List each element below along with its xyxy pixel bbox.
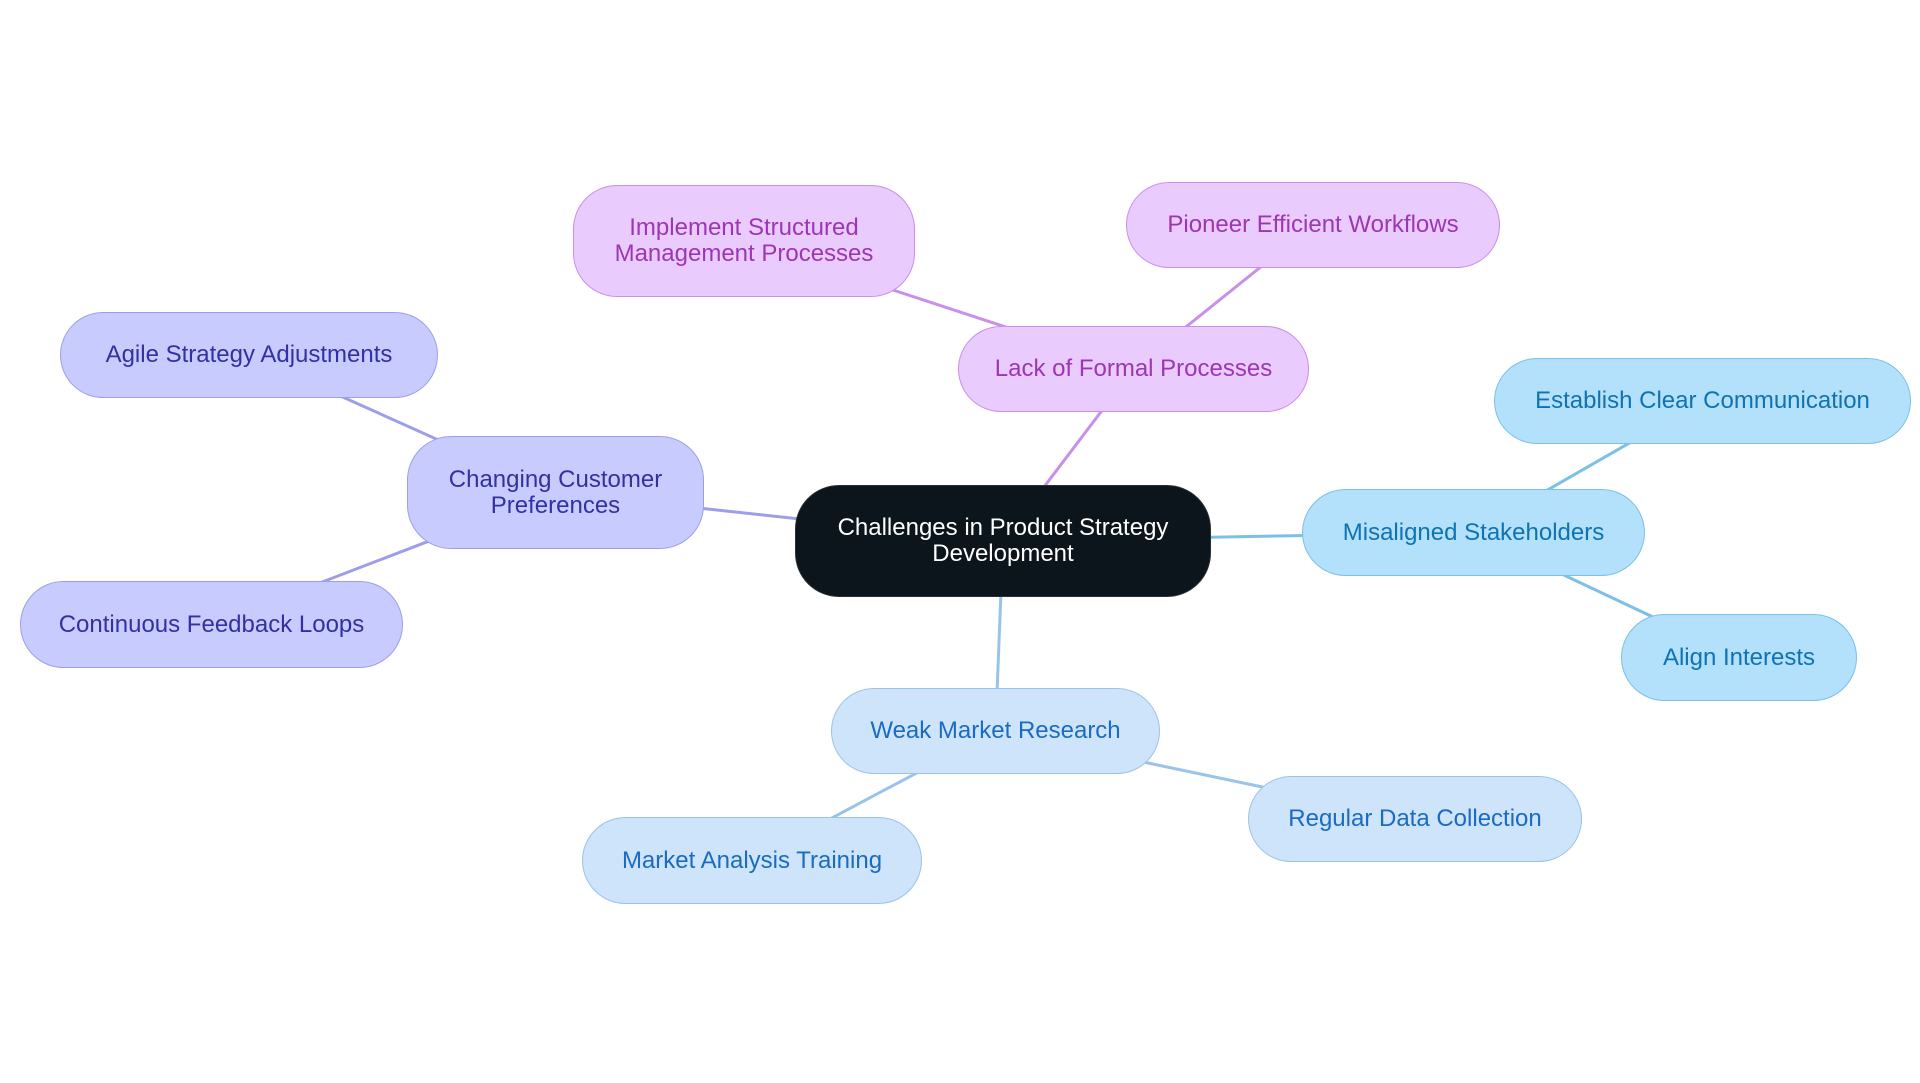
node-lack-of-formal-processes[interactable]: Lack of Formal Processes <box>958 326 1309 412</box>
node-market-analysis-training[interactable]: Market Analysis Training <box>582 817 922 904</box>
root-node[interactable]: Challenges in Product Strategy Developme… <box>795 485 1211 597</box>
node-implement-structured-management-processes[interactable]: Implement Structured Management Processe… <box>573 185 915 297</box>
node-agile-strategy-adjustments[interactable]: Agile Strategy Adjustments <box>60 312 438 398</box>
node-align-interests[interactable]: Align Interests <box>1621 614 1857 701</box>
node-weak-market-research[interactable]: Weak Market Research <box>831 688 1160 774</box>
node-establish-clear-communication[interactable]: Establish Clear Communication <box>1494 358 1911 444</box>
node-misaligned-stakeholders[interactable]: Misaligned Stakeholders <box>1302 489 1645 576</box>
node-changing-customer-preferences[interactable]: Changing Customer Preferences <box>407 436 704 549</box>
node-continuous-feedback-loops[interactable]: Continuous Feedback Loops <box>20 581 403 668</box>
node-pioneer-efficient-workflows[interactable]: Pioneer Efficient Workflows <box>1126 182 1500 268</box>
node-regular-data-collection[interactable]: Regular Data Collection <box>1248 776 1582 862</box>
